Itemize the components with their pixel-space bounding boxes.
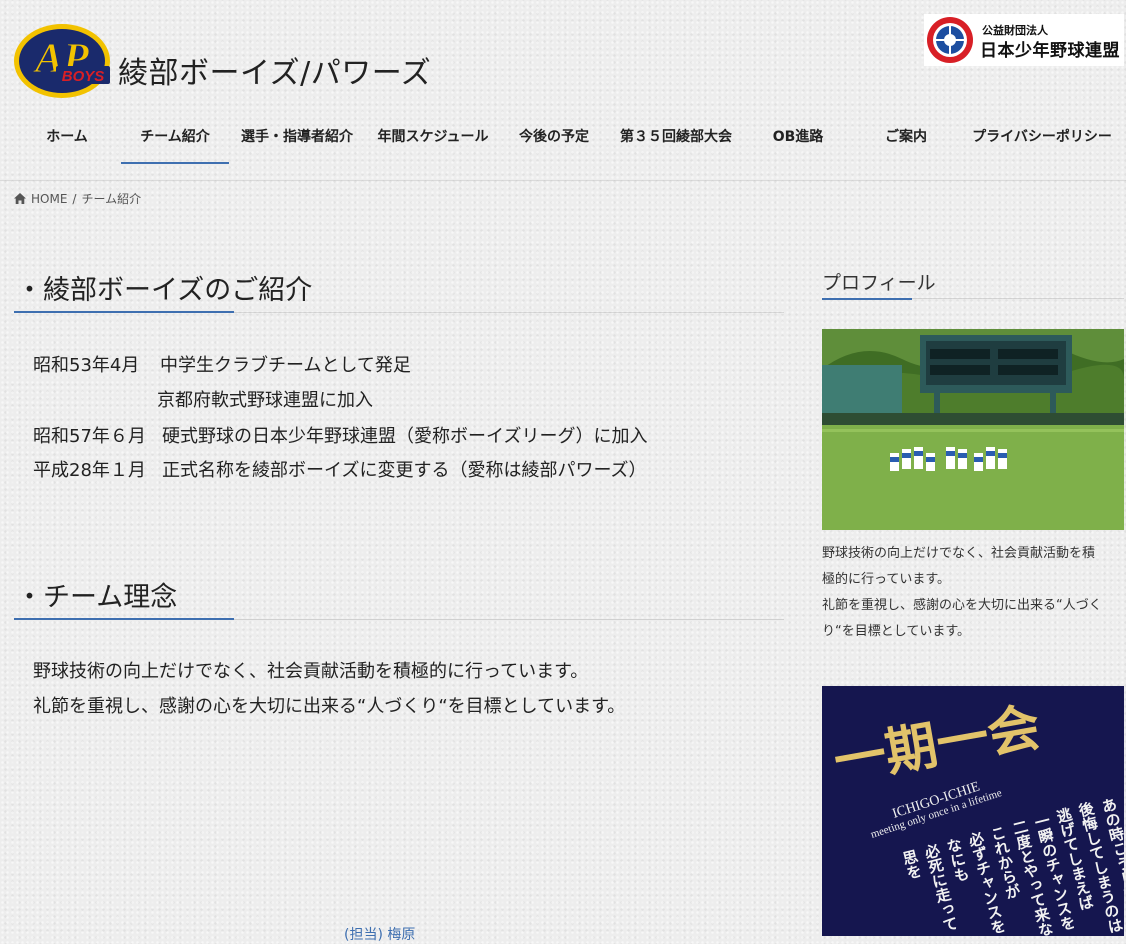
ichigo-ichie-shirt-photo: 一期一会 ICHIGO-ICHIE meeting only once in a… (822, 686, 1124, 936)
sidebar-profile-line: 野球技術の向上だけでなく、社会貢献活動を積 (822, 546, 1096, 561)
site-logo[interactable]: AP BOYS (12, 20, 112, 100)
nav-item-tournament[interactable]: 第３５回綾部大会 (612, 118, 740, 162)
intro-line-text: 中学生クラブチームとして発足 (160, 355, 411, 376)
intro-line-text: 正式名称を綾部ボーイズに変更する（愛称は綾部パワーズ） (162, 460, 647, 481)
nav-divider (0, 180, 1126, 181)
breadcrumb: HOME / チーム紹介 (14, 190, 141, 207)
sidebar-heading-accent (822, 298, 912, 300)
sidebar-profile-line: 礼節を重視し、感謝の心を大切に出来る“人づく (822, 598, 1102, 613)
intro-line-text: 京都府軟式野球連盟に加入 (157, 390, 373, 411)
intro-heading-accent (14, 311, 234, 313)
staff-contact-link[interactable]: (担当) 梅原 (344, 924, 415, 944)
main-nav: ホーム チーム紹介 選手・指導者紹介 年間スケジュール 今後の予定 第３５回綾部… (0, 118, 1126, 164)
team-field-photo (822, 329, 1124, 530)
intro-line-date: 平成28年１月 (33, 460, 146, 481)
philosophy-heading: ・チーム理念 (16, 582, 178, 613)
logo-sub: BOYS (62, 68, 105, 85)
nav-item-upcoming[interactable]: 今後の予定 (504, 118, 604, 162)
league-name: 日本少年野球連盟 (980, 41, 1120, 61)
breadcrumb-current: チーム紹介 (81, 192, 142, 206)
home-icon (14, 193, 26, 204)
nav-item-players[interactable]: 選手・指導者紹介 (237, 118, 357, 162)
breadcrumb-separator: / (72, 191, 77, 206)
nav-item-ob[interactable]: OB進路 (748, 118, 848, 162)
nav-item-guide[interactable]: ご案内 (856, 118, 956, 162)
nav-item-home[interactable]: ホーム (22, 118, 112, 162)
philosophy-line: 野球技術の向上だけでなく、社会貢献活動を積極的に行っています。 (33, 661, 589, 682)
sidebar-profile-line: 極的に行っています。 (822, 572, 951, 587)
philosophy-heading-accent (14, 618, 234, 620)
intro-heading: ・綾部ボーイズのご紹介 (16, 275, 313, 306)
philosophy-line: 礼節を重視し、感謝の心を大切に出来る“人づくり“を目標としています。 (33, 696, 626, 717)
intro-line-text: 硬式野球の日本少年野球連盟（愛称ボーイズリーグ）に加入 (162, 426, 648, 447)
nav-item-team[interactable]: チーム紹介 (121, 118, 229, 164)
site-title[interactable]: 綾部ボーイズ/パワーズ (118, 48, 431, 92)
sidebar-profile-heading: プロフィール (822, 272, 936, 294)
sidebar-profile-text: 野球技術の向上だけでなく、社会貢献活動を積 極的に行っています。 礼節を重視し、… (822, 541, 1126, 645)
sidebar-profile-line: り“を目標としています。 (822, 624, 971, 639)
league-banner[interactable]: 公益財団法人 日本少年野球連盟 (924, 14, 1124, 66)
intro-line-date: 昭和53年4月 (33, 355, 140, 376)
nav-item-schedule[interactable]: 年間スケジュール (370, 118, 496, 162)
league-emblem-icon (927, 17, 973, 63)
breadcrumb-home[interactable]: HOME (31, 192, 67, 206)
intro-line-date: 昭和57年６月 (33, 426, 146, 447)
nav-item-privacy[interactable]: プライバシーポリシー (964, 118, 1120, 162)
